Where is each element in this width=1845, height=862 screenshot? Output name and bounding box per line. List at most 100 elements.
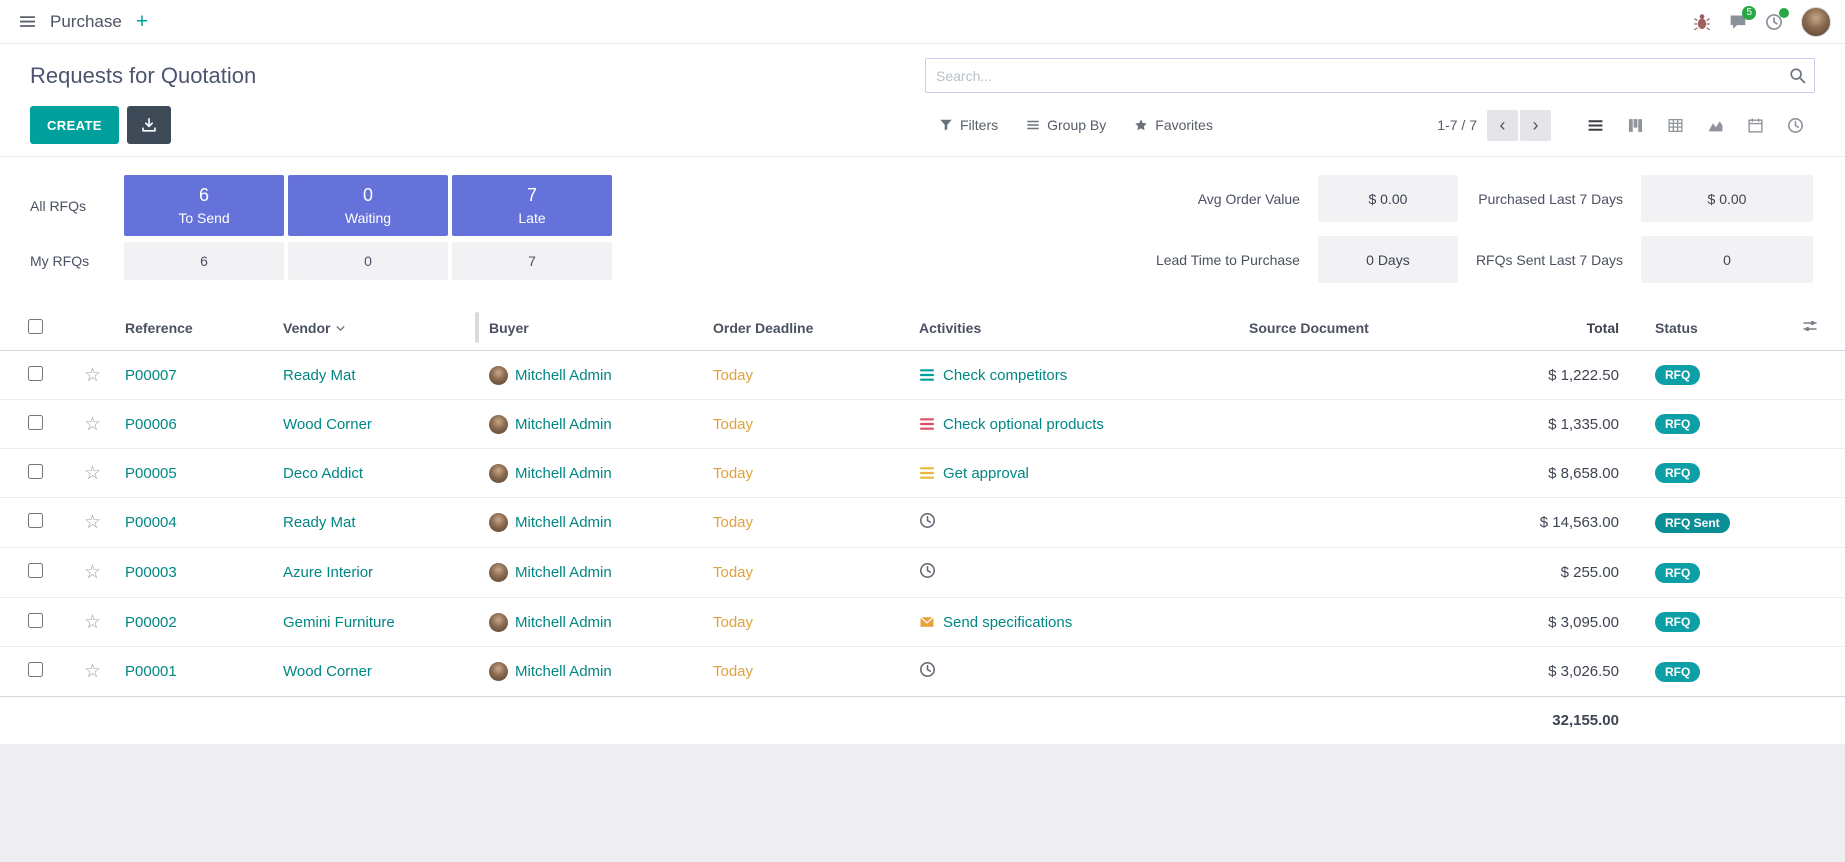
vendor-link[interactable]: Wood Corner — [283, 663, 372, 680]
table-row[interactable]: ☆ P00003 Azure Interior Mitchell Admin T… — [0, 548, 1845, 598]
debug-bug-icon[interactable] — [1693, 13, 1711, 31]
export-button[interactable] — [127, 106, 171, 144]
buyer-avatar — [489, 366, 508, 385]
pager-previous-button[interactable]: ‹ — [1487, 110, 1518, 141]
reference-link[interactable]: P00003 — [125, 564, 177, 581]
buyer-link[interactable]: Mitchell Admin — [515, 564, 612, 581]
column-header-total[interactable]: Total — [1475, 305, 1645, 351]
reference-link[interactable]: P00006 — [125, 416, 177, 433]
favorites-button[interactable]: Favorites — [1134, 117, 1213, 133]
group-by-button[interactable]: Group By — [1026, 117, 1106, 133]
schedule-activity-clock-icon[interactable] — [919, 512, 936, 529]
source-document — [1239, 449, 1475, 498]
column-header-source-document[interactable]: Source Document — [1239, 305, 1475, 351]
apps-menu-icon[interactable] — [14, 9, 40, 35]
optional-columns-icon[interactable] — [1802, 318, 1818, 334]
user-avatar[interactable] — [1801, 7, 1831, 37]
my-rfq-late-button[interactable]: 7 — [452, 242, 612, 280]
view-kanban-button[interactable] — [1615, 110, 1655, 141]
favorite-star-icon[interactable]: ☆ — [84, 463, 101, 484]
stat-avg-order-label: Avg Order Value — [1156, 191, 1300, 207]
reference-link[interactable]: P00002 — [125, 614, 177, 631]
rfq-late-button[interactable]: 7 Late — [452, 175, 612, 236]
app-name[interactable]: Purchase — [50, 12, 122, 32]
column-header-reference[interactable]: Reference — [115, 305, 273, 351]
activity-label[interactable]: Get approval — [943, 465, 1029, 482]
messages-icon[interactable]: 5 — [1729, 13, 1747, 31]
table-row[interactable]: ☆ P00007 Ready Mat Mitchell Admin Today … — [0, 351, 1845, 400]
buyer-avatar — [489, 563, 508, 582]
reference-link[interactable]: P00005 — [125, 465, 177, 482]
vendor-link[interactable]: Deco Addict — [283, 465, 363, 482]
pager-next-button[interactable]: › — [1520, 110, 1551, 141]
status-badge: RFQ — [1655, 563, 1700, 583]
favorite-star-icon[interactable]: ☆ — [84, 612, 101, 633]
my-rfq-to-send-button[interactable]: 6 — [124, 242, 284, 280]
new-record-plus-icon[interactable]: + — [136, 11, 148, 32]
favorite-star-icon[interactable]: ☆ — [84, 414, 101, 435]
messages-badge: 5 — [1742, 6, 1756, 20]
search-icon[interactable] — [1789, 67, 1806, 84]
column-header-order-deadline[interactable]: Order Deadline — [703, 305, 909, 351]
favorite-star-icon[interactable]: ☆ — [84, 365, 101, 386]
activity-label[interactable]: Send specifications — [943, 614, 1072, 631]
table-row[interactable]: ☆ P00001 Wood Corner Mitchell Admin Toda… — [0, 647, 1845, 697]
buyer-link[interactable]: Mitchell Admin — [515, 514, 612, 531]
select-all-checkbox[interactable] — [28, 319, 43, 334]
order-deadline: Today — [713, 465, 753, 482]
activity-label[interactable]: Check optional products — [943, 416, 1104, 433]
column-header-status[interactable]: Status — [1645, 305, 1775, 351]
schedule-activity-clock-icon[interactable] — [919, 562, 936, 579]
row-checkbox[interactable] — [28, 613, 43, 628]
view-list-button[interactable] — [1575, 110, 1615, 141]
table-row[interactable]: ☆ P00004 Ready Mat Mitchell Admin Today … — [0, 498, 1845, 548]
my-rfq-waiting-button[interactable]: 0 — [288, 242, 448, 280]
favorite-star-icon[interactable]: ☆ — [84, 562, 101, 583]
schedule-activity-clock-icon[interactable] — [919, 661, 936, 678]
rfq-waiting-button[interactable]: 0 Waiting — [288, 175, 448, 236]
rfq-to-send-button[interactable]: 6 To Send — [124, 175, 284, 236]
row-checkbox[interactable] — [28, 415, 43, 430]
vendor-link[interactable]: Ready Mat — [283, 514, 356, 531]
buyer-link[interactable]: Mitchell Admin — [515, 416, 612, 433]
activities-clock-icon[interactable] — [1765, 13, 1783, 31]
pager-range: 1-7 / 7 — [1437, 117, 1477, 133]
rfq-list-table: Reference Vendor Buyer Order Deadline Ac… — [0, 305, 1845, 744]
search-input[interactable] — [925, 58, 1815, 93]
view-graph-button[interactable] — [1695, 110, 1735, 141]
vendor-link[interactable]: Ready Mat — [283, 367, 356, 384]
reference-link[interactable]: P00001 — [125, 663, 177, 680]
buyer-link[interactable]: Mitchell Admin — [515, 663, 612, 680]
favorite-star-icon[interactable]: ☆ — [84, 512, 101, 533]
buyer-link[interactable]: Mitchell Admin — [515, 465, 612, 482]
footer-total-sum: 32,155.00 — [1475, 697, 1645, 745]
column-header-buyer[interactable]: Buyer — [479, 305, 703, 351]
favorite-star-icon[interactable]: ☆ — [84, 661, 101, 682]
view-pivot-button[interactable] — [1655, 110, 1695, 141]
view-calendar-button[interactable] — [1735, 110, 1775, 141]
waiting-count: 0 — [363, 185, 373, 206]
view-activity-button[interactable] — [1775, 110, 1815, 141]
filters-button[interactable]: Filters — [939, 117, 998, 133]
row-checkbox[interactable] — [28, 366, 43, 381]
vendor-link[interactable]: Wood Corner — [283, 416, 372, 433]
reference-link[interactable]: P00007 — [125, 367, 177, 384]
vendor-link[interactable]: Azure Interior — [283, 564, 373, 581]
row-checkbox[interactable] — [28, 662, 43, 677]
stat-avg-order-value: $ 0.00 — [1318, 175, 1458, 222]
reference-link[interactable]: P00004 — [125, 514, 177, 531]
table-row[interactable]: ☆ P00005 Deco Addict Mitchell Admin Toda… — [0, 449, 1845, 498]
buyer-link[interactable]: Mitchell Admin — [515, 367, 612, 384]
activity-label[interactable]: Check competitors — [943, 367, 1067, 384]
row-checkbox[interactable] — [28, 464, 43, 479]
vendor-link[interactable]: Gemini Furniture — [283, 614, 395, 631]
buyer-link[interactable]: Mitchell Admin — [515, 614, 612, 631]
column-header-activities[interactable]: Activities — [909, 305, 1239, 351]
order-deadline: Today — [713, 663, 753, 680]
create-button[interactable]: CREATE — [30, 106, 119, 144]
row-checkbox[interactable] — [28, 513, 43, 528]
column-header-vendor[interactable]: Vendor — [273, 305, 479, 351]
table-row[interactable]: ☆ P00006 Wood Corner Mitchell Admin Toda… — [0, 400, 1845, 449]
row-checkbox[interactable] — [28, 563, 43, 578]
table-row[interactable]: ☆ P00002 Gemini Furniture Mitchell Admin… — [0, 598, 1845, 647]
